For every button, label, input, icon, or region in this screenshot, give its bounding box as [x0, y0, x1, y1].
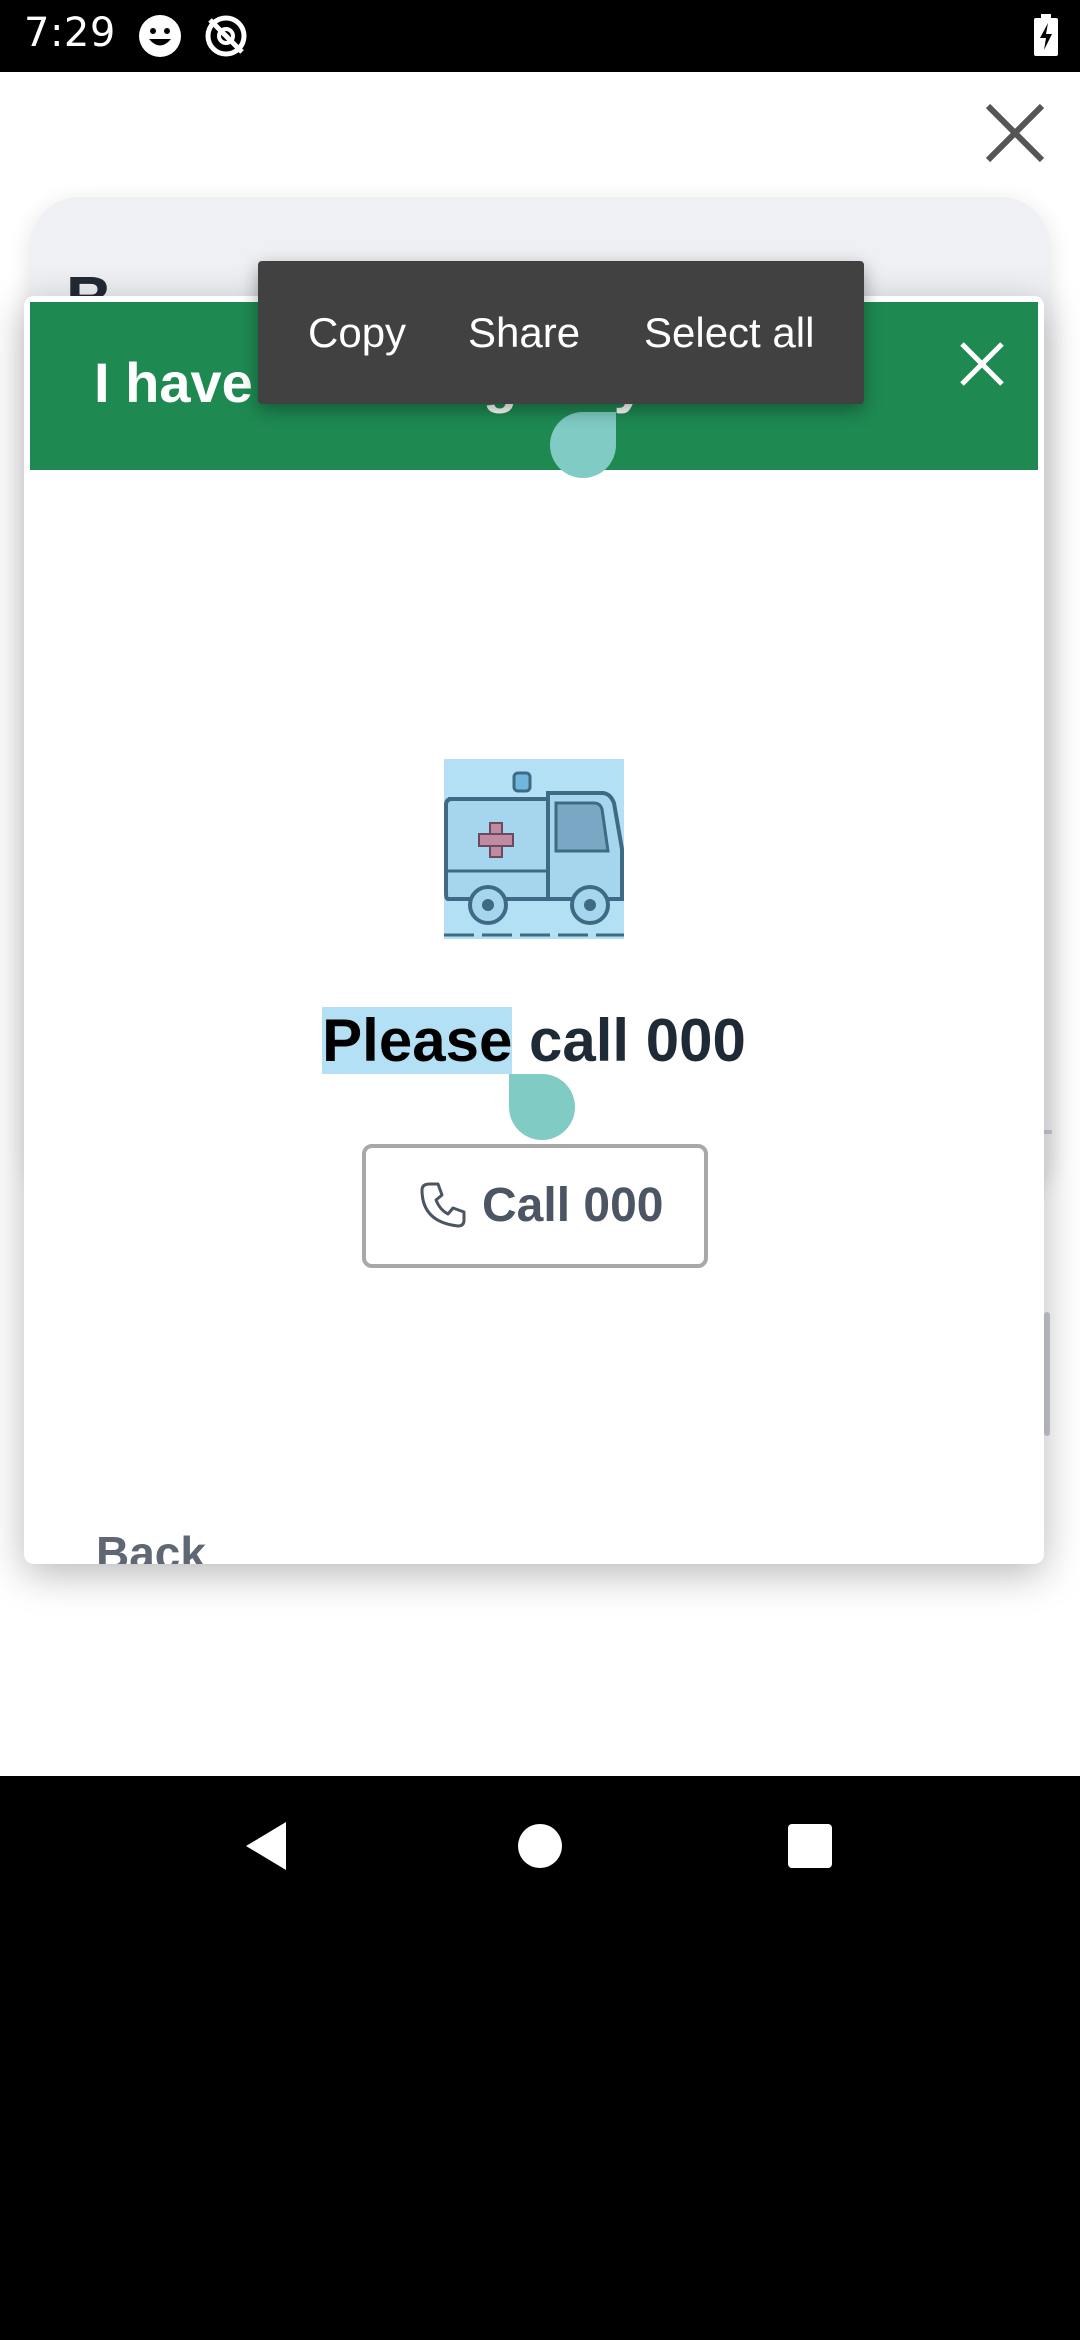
background-divider: [1044, 1130, 1052, 1134]
back-button[interactable]: Back: [96, 1526, 206, 1564]
dialog-close-icon[interactable]: [954, 336, 1010, 392]
menu-share[interactable]: Share: [468, 309, 580, 357]
smiley-icon: [139, 15, 181, 57]
text-selection-menu: Copy Share Select all: [258, 261, 864, 404]
phone-icon: [420, 1182, 466, 1228]
selection-end-handle[interactable]: [509, 1074, 575, 1140]
back-triangle-icon[interactable]: [238, 1816, 298, 1876]
ambulance-image: [444, 759, 624, 939]
home-circle-icon[interactable]: [510, 1816, 570, 1876]
background-element-edge: [1044, 1312, 1050, 1436]
selection-start-handle[interactable]: [550, 412, 616, 478]
recents-square-icon[interactable]: [780, 1816, 840, 1876]
emergency-message: Please call 000: [24, 1006, 1044, 1075]
battery-charging-icon: [1034, 14, 1058, 56]
menu-select-all[interactable]: Select all: [644, 309, 814, 357]
selected-text[interactable]: Please: [322, 1007, 513, 1074]
close-icon[interactable]: [980, 98, 1050, 168]
no-sync-icon: [205, 15, 247, 57]
ambulance-icon: [444, 771, 624, 937]
call-button-label: Call 000: [482, 1179, 664, 1232]
navigation-bar: [0, 1776, 1080, 1914]
emergency-dialog: I have an emergency: [24, 296, 1044, 1564]
menu-copy[interactable]: Copy: [308, 309, 406, 357]
call-000-button[interactable]: Call 000: [362, 1144, 708, 1268]
status-time: 7:29: [24, 10, 116, 56]
app-screen: B I have an emergency: [0, 72, 1080, 1776]
message-text: call 000: [512, 1007, 746, 1074]
status-bar: 7:29: [0, 0, 1080, 72]
